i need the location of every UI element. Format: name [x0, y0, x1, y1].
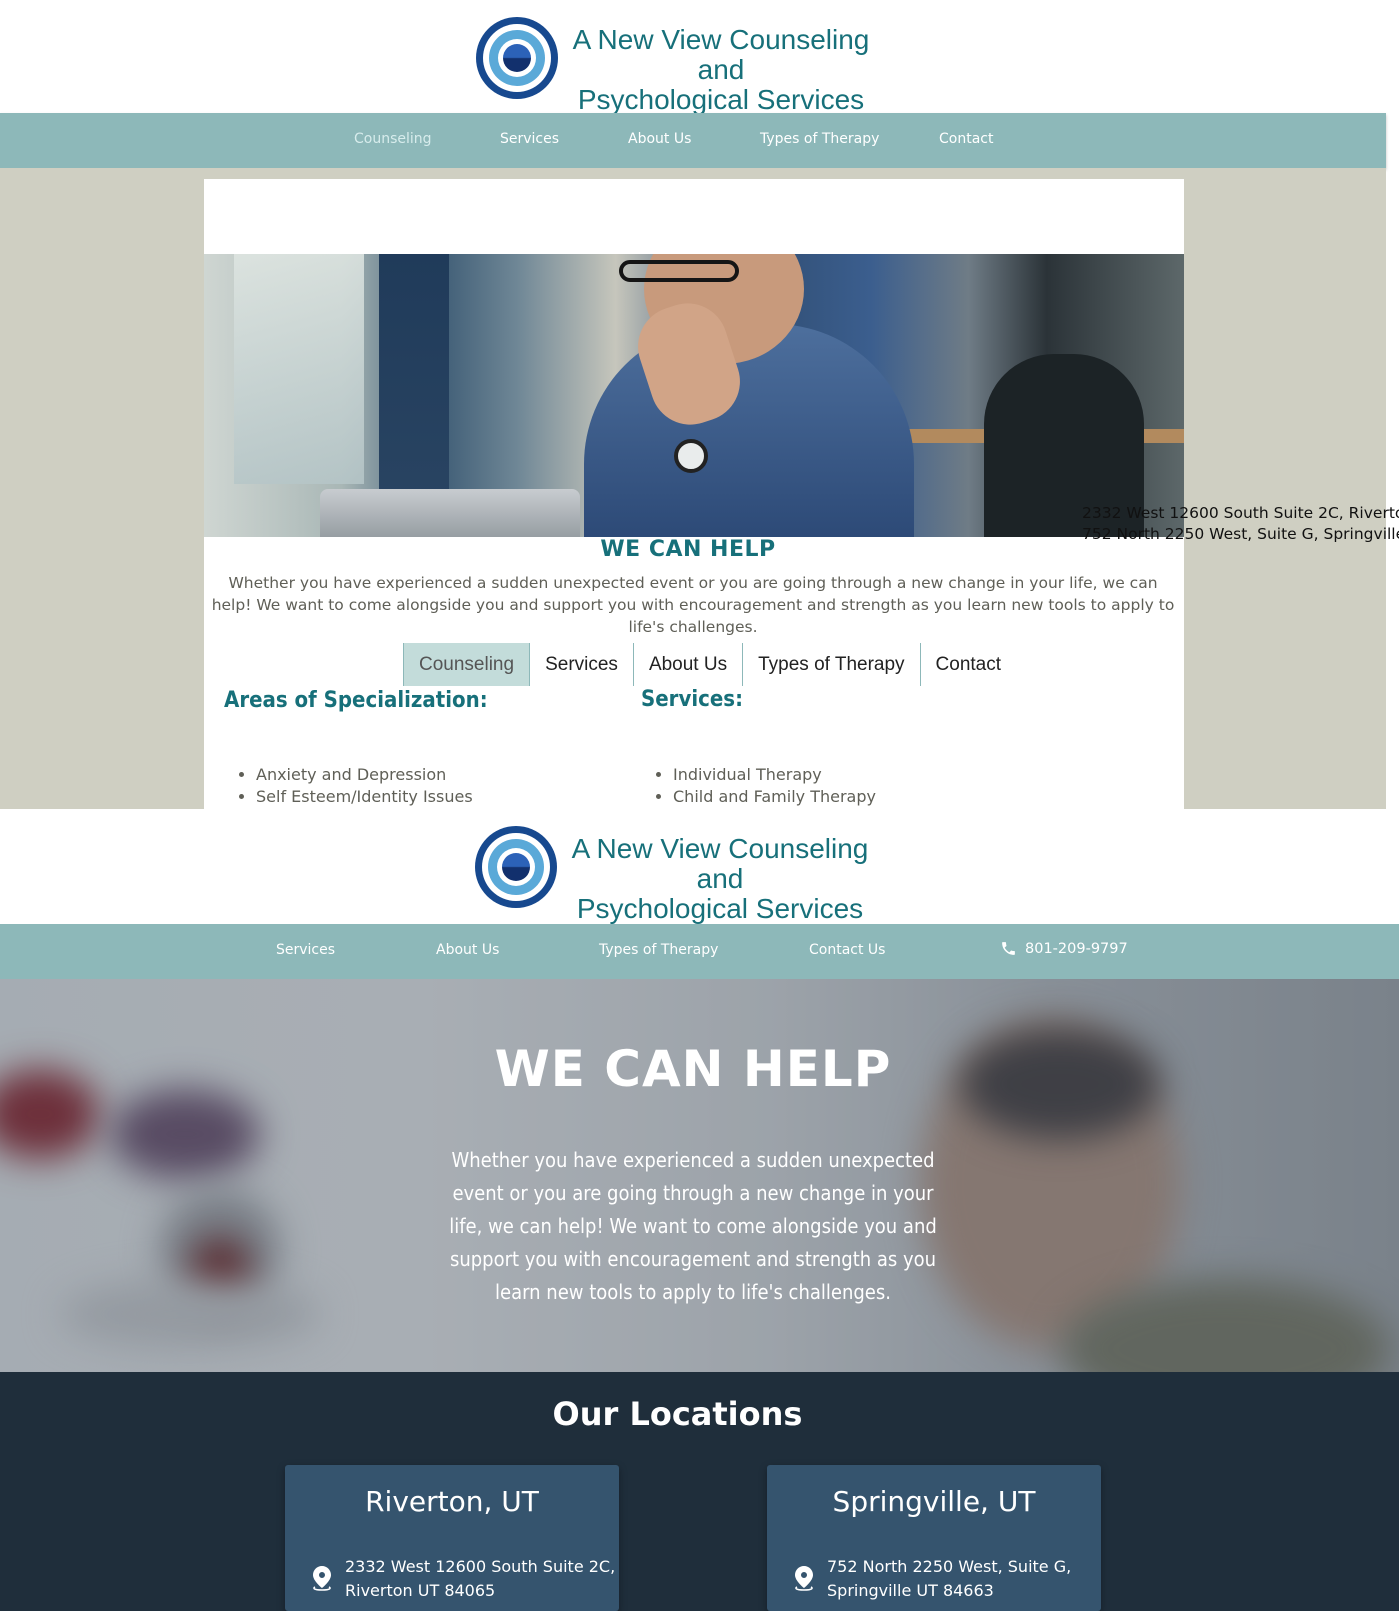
nav-counseling[interactable]: Counseling	[354, 131, 432, 147]
brand-name[interactable]: A New View Counseling and Psychological …	[569, 834, 871, 924]
location-city: Riverton, UT	[365, 1485, 539, 1518]
list-item: Individual Therapy	[673, 764, 876, 786]
nav-contact-us[interactable]: Contact Us	[809, 942, 885, 958]
nav-about-us[interactable]: About Us	[628, 131, 691, 147]
services-list: Individual Therapy Child and Family Ther…	[641, 764, 876, 808]
address-line-2: Springville UT 84663	[827, 1581, 994, 1600]
brand-line-1: A New View Counseling and	[572, 24, 870, 85]
list-item: Child and Family Therapy	[673, 786, 876, 808]
brand-line-2: Psychological Services	[577, 84, 865, 115]
list-item: Anxiety and Depression	[256, 764, 473, 786]
phone-icon	[1002, 942, 1015, 955]
address-riverton-overlay: 2332 West 12600 South Suite 2C, Riverton	[1082, 504, 1399, 522]
address-line-1: 752 North 2250 West, Suite G,	[827, 1557, 1072, 1576]
hero-image-stressed-man	[204, 254, 1184, 537]
nav-types-of-therapy[interactable]: Types of Therapy	[599, 942, 718, 958]
services-heading: Services:	[641, 687, 743, 712]
tab-contact[interactable]: Contact	[919, 643, 1016, 686]
brand-line-2: Psychological Services	[576, 893, 864, 924]
tab-menu: Counseling Services About Us Types of Th…	[403, 643, 1016, 686]
phone-number: 801-209-9797	[1025, 940, 1128, 957]
location-city: Springville, UT	[832, 1485, 1036, 1518]
tab-services[interactable]: Services	[529, 643, 633, 686]
main-nav-bottom: Services About Us Types of Therapy Conta…	[0, 924, 1399, 979]
brand-line-1: A New View Counseling and	[571, 833, 869, 894]
map-pin-icon	[795, 1566, 813, 1591]
logo-icon[interactable]	[475, 826, 557, 908]
phone-link[interactable]: 801-209-9797	[1000, 940, 1128, 957]
nav-contact[interactable]: Contact	[939, 131, 993, 147]
intro-body: Whether you have experienced a sudden un…	[211, 574, 1175, 636]
nav-types-of-therapy[interactable]: Types of Therapy	[760, 131, 879, 147]
location-card-riverton[interactable]: Riverton, UT 2332 West 12600 South Suite…	[285, 1465, 619, 1611]
tab-about-us[interactable]: About Us	[632, 643, 742, 686]
tab-counseling[interactable]: Counseling	[403, 643, 530, 686]
main-nav-top: Counseling Services About Us Types of Th…	[0, 113, 1386, 168]
list-item: Self Esteem/Identity Issues	[256, 786, 473, 808]
hero-body: Whether you have experienced a sudden un…	[449, 1148, 937, 1304]
intro-heading: WE CAN HELP	[600, 537, 776, 562]
location-card-springville[interactable]: Springville, UT 752 North 2250 West, Sui…	[767, 1465, 1101, 1611]
tab-types-of-therapy[interactable]: Types of Therapy	[742, 643, 919, 686]
locations-title: Our Locations	[552, 1395, 803, 1433]
hero-heading: WE CAN HELP	[494, 1040, 892, 1098]
address-line-1: 2332 West 12600 South Suite 2C,	[345, 1557, 616, 1576]
specialization-heading: Areas of Specialization:	[224, 688, 488, 713]
logo-icon[interactable]	[476, 17, 558, 99]
location-address: 752 North 2250 West, Suite G, Springvill…	[827, 1555, 1071, 1603]
location-address: 2332 West 12600 South Suite 2C, Riverton…	[345, 1555, 615, 1603]
nav-about-us[interactable]: About Us	[436, 942, 499, 958]
nav-services[interactable]: Services	[500, 131, 559, 147]
address-line-2: Riverton UT 84065	[345, 1581, 496, 1600]
map-pin-icon	[313, 1566, 331, 1591]
nav-services[interactable]: Services	[276, 942, 335, 958]
brand-name[interactable]: A New View Counseling and Psychological …	[570, 25, 872, 115]
specialization-list: Anxiety and Depression Self Esteem/Ident…	[224, 764, 473, 808]
